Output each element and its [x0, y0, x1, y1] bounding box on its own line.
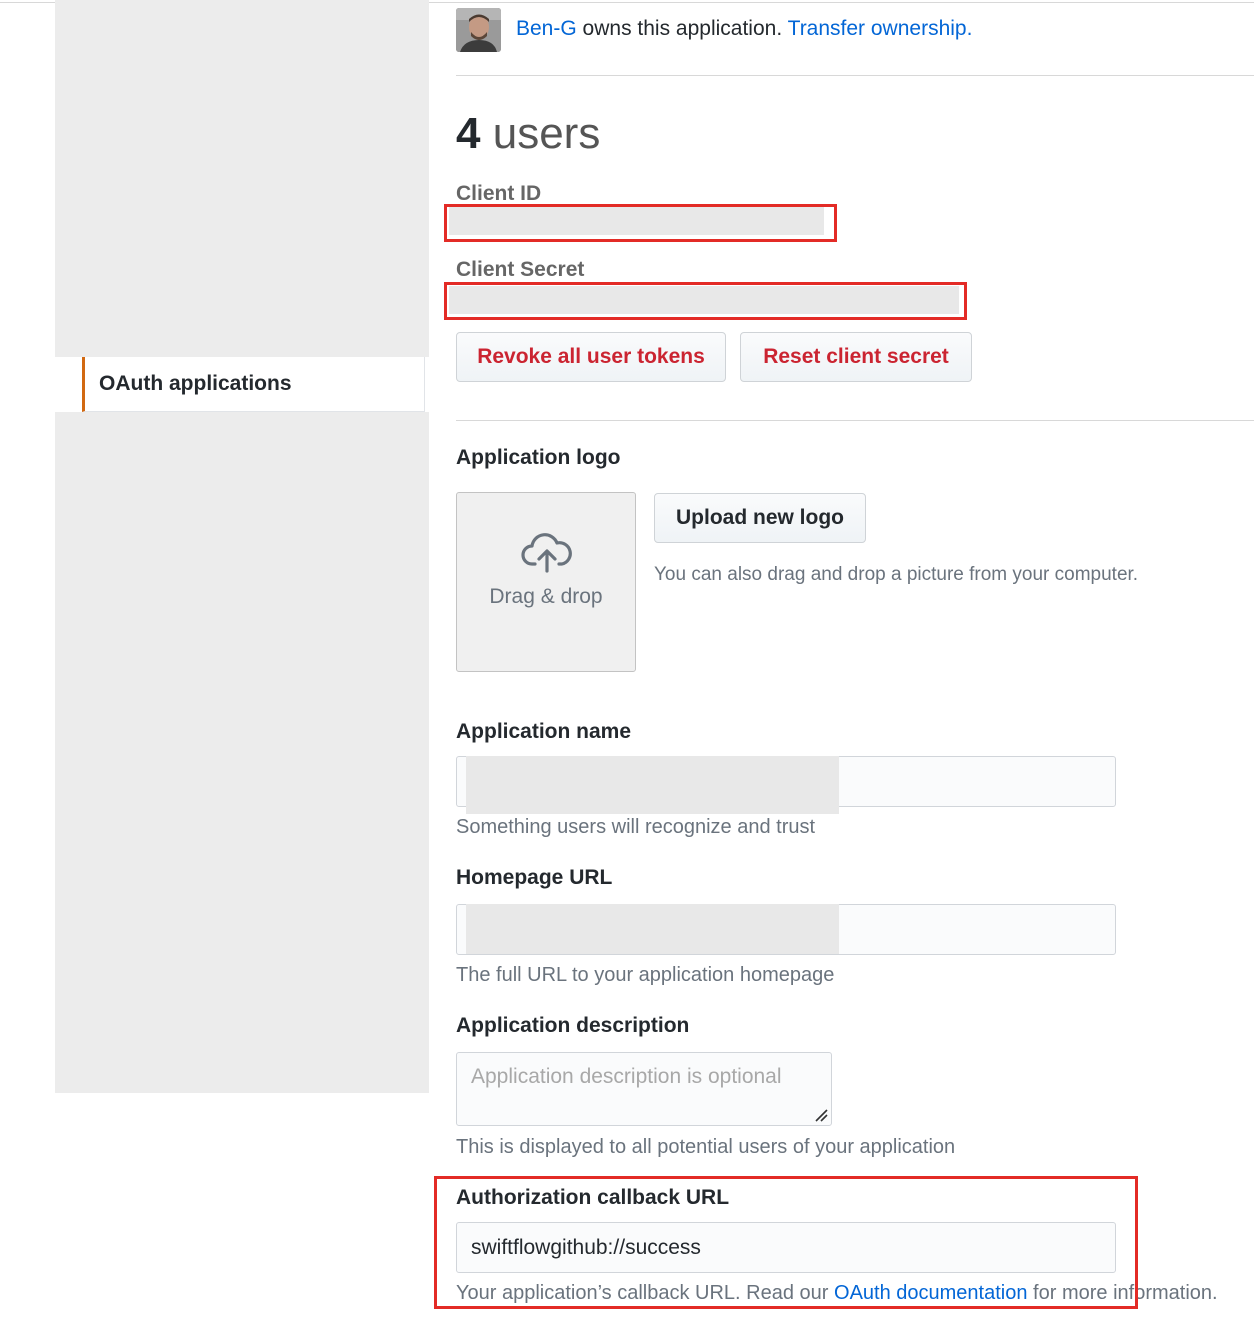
homepage-url-label: Homepage URL: [456, 866, 613, 889]
application-logo-label: Application logo: [456, 446, 621, 469]
sidebar-item-label: OAuth applications: [99, 372, 292, 395]
reset-client-secret-button[interactable]: Reset client secret: [740, 332, 972, 382]
callback-url-highlight: [434, 1176, 1138, 1309]
application-description-label: Application description: [456, 1014, 690, 1037]
users-count: 4: [456, 109, 481, 158]
client-secret-label: Client Secret: [456, 258, 585, 281]
logo-dropzone[interactable]: Drag & drop: [456, 492, 636, 672]
avatar[interactable]: [456, 8, 501, 52]
cloud-upload-icon: [521, 533, 572, 573]
avatar-image: [456, 8, 501, 52]
homepage-url-field-wrap: [456, 904, 1116, 955]
sidebar-lower: [55, 412, 429, 1093]
logo-hint: You can also drag and drop a picture fro…: [654, 564, 1139, 585]
application-name-redacted: [466, 756, 839, 814]
client-secret-highlight: [444, 282, 967, 320]
revoke-all-tokens-button[interactable]: Revoke all user tokens: [456, 332, 726, 382]
divider: [456, 75, 1254, 76]
homepage-url-redacted: [466, 904, 839, 954]
users-label: users: [492, 109, 601, 158]
divider: [456, 420, 1254, 421]
upload-new-logo-button[interactable]: Upload new logo: [654, 493, 866, 543]
application-name-label: Application name: [456, 720, 632, 743]
resize-grip-icon[interactable]: [814, 1108, 828, 1122]
transfer-ownership-link[interactable]: Transfer ownership.: [788, 17, 973, 40]
client-id-highlight: [444, 204, 837, 242]
owner-link[interactable]: Ben-G: [516, 17, 577, 40]
application-name-field-wrap: [456, 756, 1116, 814]
application-description-note: This is displayed to all potential users…: [456, 1136, 956, 1158]
owner-text: owns this application.: [582, 17, 783, 40]
client-id-label: Client ID: [456, 182, 542, 205]
owner-line: Ben-G owns this application. Transfer ow…: [516, 17, 972, 41]
dropzone-label: Drag & drop: [489, 585, 603, 608]
sidebar-item-oauth-applications[interactable]: OAuth applications: [82, 357, 425, 412]
homepage-url-note: The full URL to your application homepag…: [456, 964, 835, 986]
sidebar-upper: [55, 0, 429, 357]
application-name-note: Something users will recognize and trust: [456, 816, 816, 838]
users-count-heading: 4 users: [456, 108, 600, 160]
application-description-textarea[interactable]: [456, 1052, 832, 1126]
